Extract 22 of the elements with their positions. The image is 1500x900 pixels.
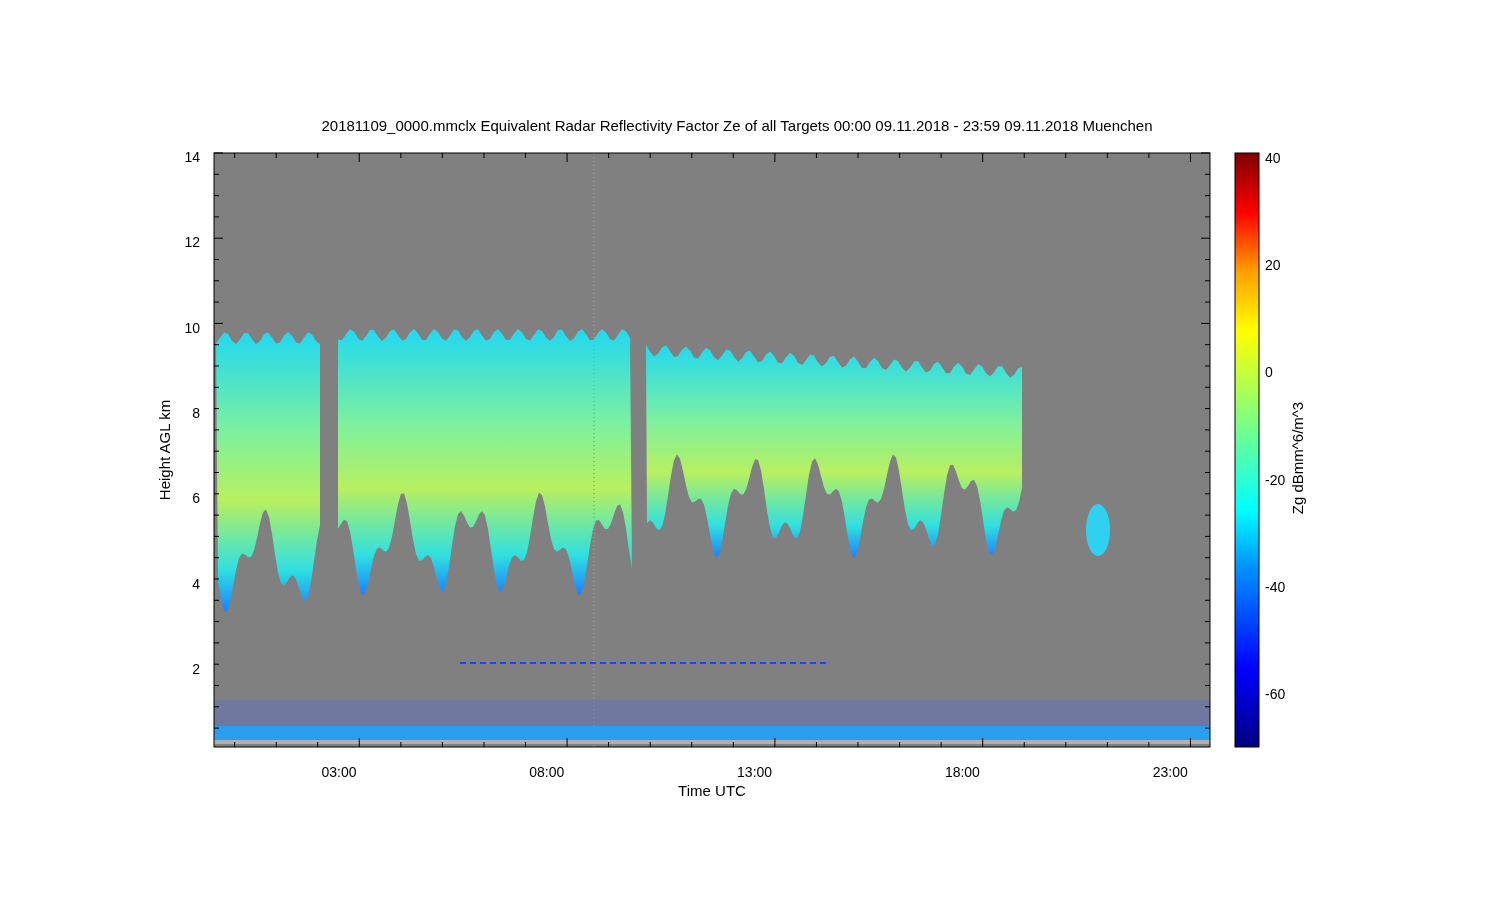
x-tick-label: 23:00 (1152, 764, 1188, 780)
colorbar-tick-label: -60 (1265, 686, 1286, 702)
colorbar-tick-label: -20 (1265, 471, 1286, 488)
y-tick-label: 6 (192, 490, 200, 507)
chart-title: 20181109_0000.mmclx Equivalent Radar Reflectivity Factor Ze of all Targets 00:00 09.11.2018 - 23:59 09.11.2018 Muenchen (321, 117, 1153, 134)
y-tick-label: 2 (192, 660, 200, 677)
colorbar-label: Zg dBmm^6/m^3 (1289, 401, 1306, 515)
x-tick-label: 13:00 (737, 764, 773, 780)
y-tick-label: 8 (192, 404, 200, 421)
x-axis-label: Time UTC (678, 782, 746, 799)
x-tick-label: 08:00 (529, 764, 565, 780)
x-tick-label: 18:00 (944, 764, 980, 780)
y-tick-label: 4 (192, 575, 200, 592)
y-axis-label: Height AGL km (156, 399, 173, 501)
y-tick-label: 12 (184, 234, 200, 251)
colorbar-tick-label: 40 (1265, 150, 1281, 166)
y-tick-label: 10 (184, 319, 200, 336)
y-tick-label: 14 (184, 149, 200, 165)
colorbar-tick-label: -40 (1265, 578, 1286, 595)
colorbar-tick-label: 20 (1265, 257, 1281, 274)
colorbar-tick-label: 0 (1265, 364, 1273, 381)
x-tick-label: 03:00 (321, 764, 357, 780)
